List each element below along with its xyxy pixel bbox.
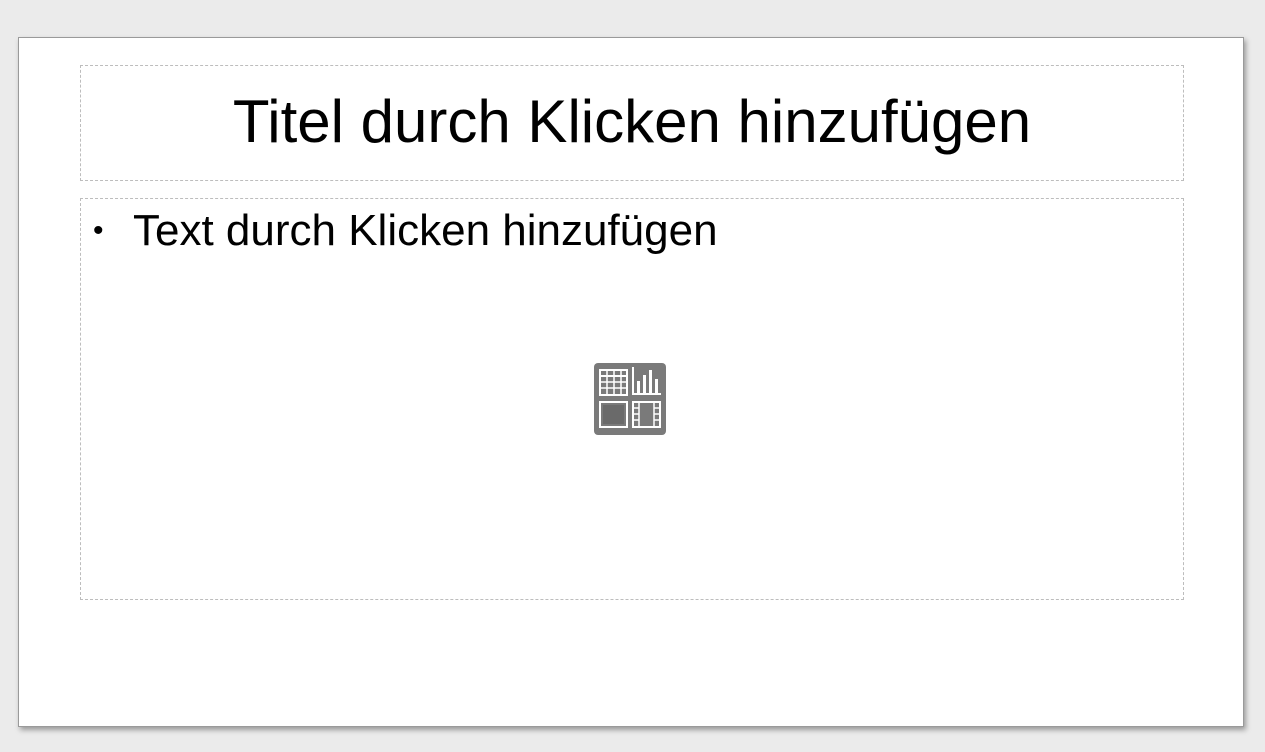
slide-canvas[interactable]: Titel durch Klicken hinzufügen • Text du…: [18, 37, 1244, 727]
video-icon[interactable]: [632, 401, 661, 428]
title-placeholder[interactable]: Titel durch Klicken hinzufügen: [80, 65, 1184, 181]
content-placeholder-text: Text durch Klicken hinzufügen: [133, 206, 718, 255]
table-icon[interactable]: [599, 369, 628, 396]
image-icon[interactable]: [599, 401, 628, 428]
content-placeholder[interactable]: • Text durch Klicken hinzufügen: [80, 198, 1184, 600]
bullet-marker: •: [93, 214, 104, 247]
chart-icon[interactable]: [632, 367, 661, 395]
insert-object-icons[interactable]: [594, 363, 666, 435]
title-placeholder-text: Titel durch Klicken hinzufügen: [232, 88, 1032, 155]
slide-workspace: Titel durch Klicken hinzufügen • Text du…: [0, 0, 1265, 752]
content-bullet-line: • Text durch Klicken hinzufügen: [93, 205, 718, 257]
